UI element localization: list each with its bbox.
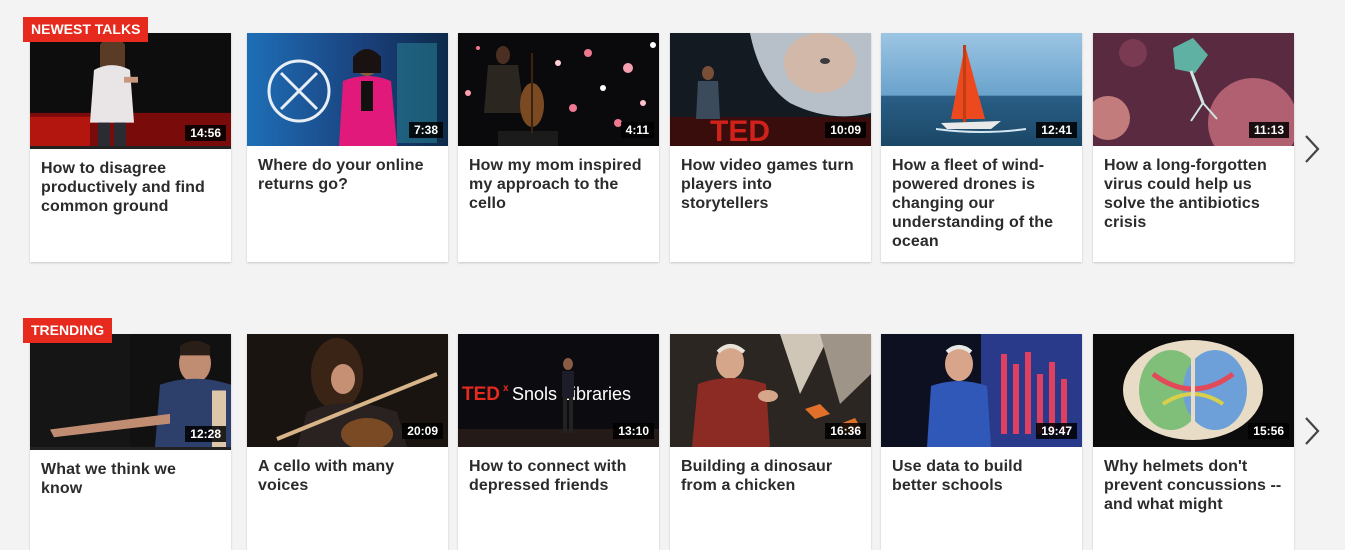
tedx-x-mark: x bbox=[503, 383, 509, 394]
newest-talks-section: NEWEST TALKS 14:56 How to disagree produ… bbox=[0, 0, 1345, 270]
talk-thumbnail[interactable]: 4:11 bbox=[458, 33, 659, 146]
duration-badge: 12:41 bbox=[1036, 122, 1077, 138]
talk-thumbnail[interactable]: 12:41 bbox=[881, 33, 1082, 146]
talk-card[interactable]: 20:09 A cello with many voices bbox=[247, 334, 448, 550]
talk-thumbnail[interactable]: 7:38 bbox=[247, 33, 448, 146]
talk-thumbnail[interactable]: TED 10:09 bbox=[670, 33, 871, 146]
talk-card[interactable]: 15:56 Why helmets don't prevent concussi… bbox=[1093, 334, 1294, 550]
talk-title[interactable]: What we think we know bbox=[30, 450, 231, 510]
duration-badge: 12:28 bbox=[185, 426, 226, 442]
duration-badge: 13:10 bbox=[613, 423, 654, 439]
talk-title[interactable]: Use data to build better schools bbox=[881, 447, 1082, 507]
chevron-right-icon bbox=[1305, 135, 1320, 163]
talk-card[interactable]: 4:11 How my mom inspired my approach to … bbox=[458, 33, 659, 262]
duration-badge: 7:38 bbox=[408, 122, 443, 138]
talk-card[interactable]: 12:28 What we think we know bbox=[30, 334, 231, 550]
talk-thumbnail[interactable]: 12:28 bbox=[30, 334, 231, 450]
talk-thumbnail[interactable]: 11:13 bbox=[1093, 33, 1294, 146]
next-button[interactable] bbox=[1303, 416, 1321, 446]
ted-stage-logo: TED bbox=[710, 115, 770, 146]
duration-badge: 14:56 bbox=[185, 125, 226, 141]
tedx-logo: TED bbox=[462, 384, 500, 405]
talk-thumbnail[interactable]: 19:47 bbox=[881, 334, 1082, 447]
talk-title[interactable]: How to disagree productively and find co… bbox=[30, 149, 231, 228]
talk-thumbnail[interactable]: 14:56 bbox=[30, 33, 231, 149]
talk-title[interactable]: A cello with many voices bbox=[247, 447, 448, 507]
duration-badge: 10:09 bbox=[825, 122, 866, 138]
talk-thumbnail[interactable]: 16:36 bbox=[670, 334, 871, 447]
duration-badge: 16:36 bbox=[825, 423, 866, 439]
talk-title[interactable]: Where do your online returns go? bbox=[247, 146, 448, 206]
talk-card[interactable]: 16:36 Building a dinosaur from a chicken bbox=[670, 334, 871, 550]
talk-thumbnail[interactable]: TED x Snols Libraries 13:10 bbox=[458, 334, 659, 447]
talk-title[interactable]: How my mom inspired my approach to the c… bbox=[458, 146, 659, 225]
talk-title[interactable]: How video games turn players into storyt… bbox=[670, 146, 871, 225]
duration-badge: 4:11 bbox=[620, 122, 654, 138]
talk-card[interactable]: TED x Snols Libraries 13:10 How to conne… bbox=[458, 334, 659, 550]
talk-thumbnail[interactable]: 20:09 bbox=[247, 334, 448, 447]
duration-badge: 20:09 bbox=[402, 423, 443, 439]
talk-title[interactable]: How to connect with depressed friends bbox=[458, 447, 659, 507]
talk-card[interactable]: 7:38 Where do your online returns go? bbox=[247, 33, 448, 262]
talk-title[interactable]: How a long-forgotten virus could help us… bbox=[1093, 146, 1294, 244]
talk-title[interactable]: How a fleet of wind-powered drones is ch… bbox=[881, 146, 1082, 263]
talk-card[interactable]: TED 10:09 How video games turn players i… bbox=[670, 33, 871, 262]
trending-section: TRENDING 12:28 What we think we know 20:… bbox=[0, 310, 1345, 550]
talk-card[interactable]: 11:13 How a long-forgotten virus could h… bbox=[1093, 33, 1294, 262]
duration-badge: 11:13 bbox=[1248, 122, 1289, 138]
talk-title[interactable]: Building a dinosaur from a chicken bbox=[670, 447, 871, 507]
talk-thumbnail[interactable]: 15:56 bbox=[1093, 334, 1294, 447]
section-label-newest-talks: NEWEST TALKS bbox=[23, 17, 149, 42]
talk-card[interactable]: 12:41 How a fleet of wind-powered drones… bbox=[881, 33, 1082, 262]
page-scrollbar[interactable] bbox=[1337, 15, 1345, 535]
next-button[interactable] bbox=[1303, 134, 1321, 164]
duration-badge: 19:47 bbox=[1036, 423, 1077, 439]
talk-title[interactable]: Why helmets don't prevent concussions --… bbox=[1093, 447, 1294, 526]
chevron-right-icon bbox=[1305, 417, 1320, 445]
talk-card[interactable]: 19:47 Use data to build better schools bbox=[881, 334, 1082, 550]
duration-badge: 15:56 bbox=[1248, 423, 1289, 439]
section-label-trending: TRENDING bbox=[23, 318, 113, 343]
talk-card[interactable]: 14:56 How to disagree productively and f… bbox=[30, 33, 231, 262]
